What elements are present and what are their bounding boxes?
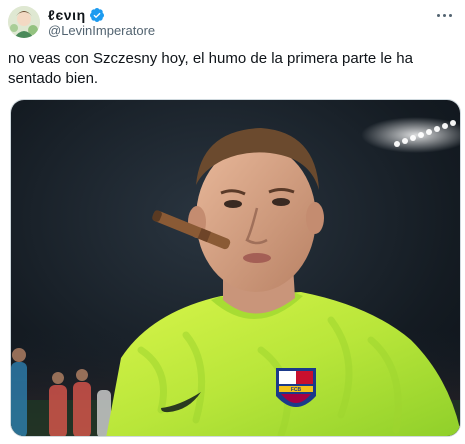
verified-badge-icon xyxy=(89,7,105,23)
club-crest: FCB xyxy=(276,368,316,407)
svg-text:FCB: FCB xyxy=(291,387,302,393)
avatar[interactable] xyxy=(8,6,40,38)
tweet-photo[interactable]: FCB xyxy=(10,99,461,437)
tweet-text: no veas con Szczesny hoy, el humo de la … xyxy=(8,50,413,87)
photo-media: FCB xyxy=(11,100,460,436)
more-options-icon[interactable] xyxy=(433,6,455,24)
tweet-header: ℓєνιη @LevinImperatore xyxy=(0,0,465,44)
author-name-row: ℓєνιη xyxy=(48,6,105,24)
author-display-name[interactable]: ℓєνιη xyxy=(48,7,86,23)
author-handle[interactable]: @LevinImperatore xyxy=(48,23,155,38)
avatar-image xyxy=(8,6,40,38)
